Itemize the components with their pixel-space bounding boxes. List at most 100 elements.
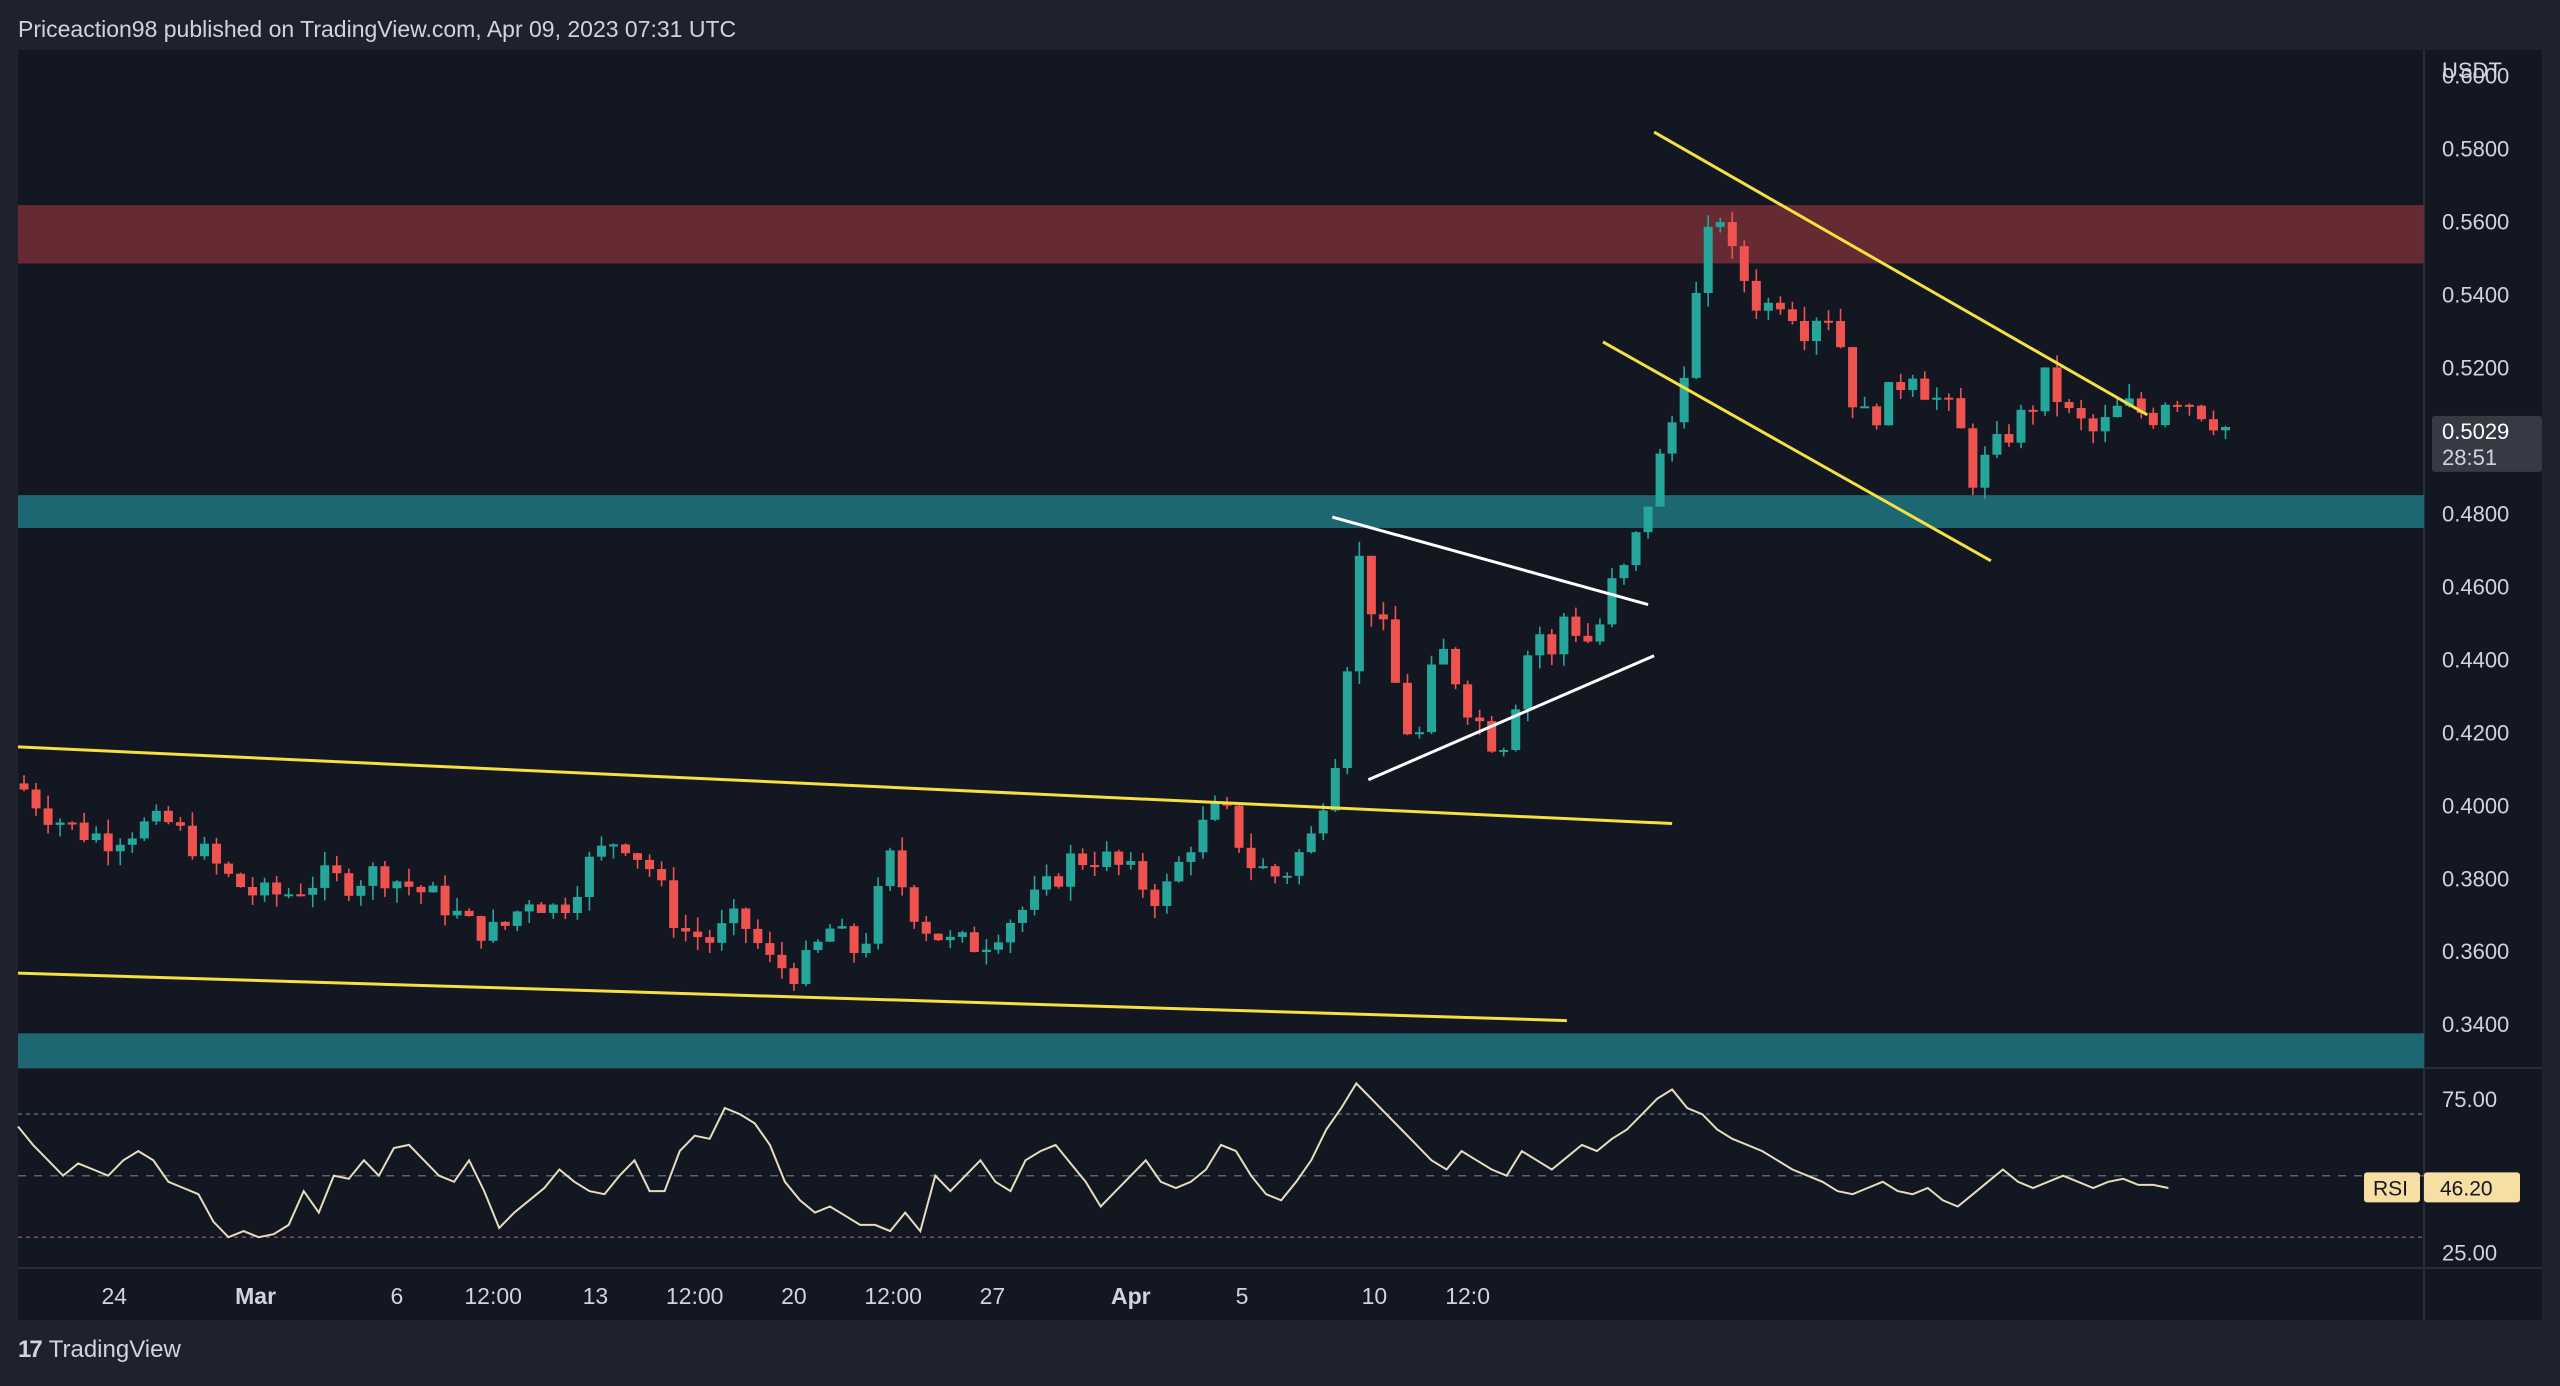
candle-body	[1920, 378, 1930, 400]
candle-body	[621, 844, 631, 854]
candle-body	[1583, 635, 1593, 642]
candle-body	[777, 954, 787, 969]
candle-body	[1427, 664, 1437, 733]
candle-body	[1246, 847, 1256, 869]
candle-body	[1210, 801, 1220, 820]
candle-body	[2004, 434, 2014, 443]
candle-body	[1330, 767, 1340, 811]
price-pane[interactable]	[18, 50, 2424, 1068]
candle-body	[2160, 404, 2170, 426]
candle-body	[1896, 382, 1906, 391]
candle-body	[1944, 397, 1954, 400]
candle-body	[1775, 302, 1785, 310]
price-tick-label: 0.5800	[2442, 137, 2509, 162]
candle-body	[31, 789, 41, 809]
candle-body	[344, 873, 354, 896]
candle-body	[91, 833, 101, 841]
candle-body	[1150, 889, 1160, 907]
last-price-value: 0.5029	[2442, 419, 2509, 444]
time-axis[interactable]	[18, 1268, 2424, 1320]
time-tick-label: 20	[781, 1283, 807, 1309]
candle-body	[560, 904, 570, 914]
candle-body	[981, 949, 991, 953]
candle-body	[19, 783, 29, 790]
candle-body	[512, 911, 522, 926]
bar-countdown: 28:51	[2442, 445, 2497, 470]
candle-body	[993, 942, 1003, 950]
zone-support-lower	[18, 1033, 2424, 1068]
tradingview-brand[interactable]: 17 TradingView	[18, 1336, 181, 1364]
candle-body	[693, 931, 703, 938]
candle-body	[548, 904, 558, 913]
candle-body	[2100, 417, 2110, 432]
candle-body	[1703, 226, 1713, 293]
candle-body	[1739, 246, 1749, 281]
candle-body	[127, 838, 137, 845]
candle-body	[224, 863, 234, 874]
candle-body	[933, 933, 943, 941]
candle-body	[1234, 805, 1244, 848]
candle-body	[1932, 397, 1942, 400]
candle-body	[1078, 853, 1088, 866]
candle-body	[211, 843, 221, 864]
candle-body	[187, 825, 197, 857]
price-tick-label: 0.3400	[2442, 1012, 2509, 1037]
candle-body	[909, 887, 919, 922]
candle-body	[260, 882, 270, 896]
candle-body	[1872, 406, 1882, 426]
candle-body	[368, 866, 378, 886]
time-tick-label: 12:00	[666, 1283, 724, 1309]
candle-body	[1318, 810, 1328, 834]
price-tick-label: 0.3800	[2442, 866, 2509, 891]
time-tick-label: Apr	[1111, 1283, 1151, 1309]
candle-body	[476, 916, 486, 941]
candle-body	[2040, 367, 2050, 412]
candle-body	[1787, 309, 1797, 322]
candle-body	[1258, 866, 1268, 869]
candle-body	[1162, 881, 1172, 907]
candle-body	[1535, 634, 1545, 656]
rsi-value: 46.20	[2440, 1177, 2493, 1200]
candle-body	[1138, 861, 1148, 890]
candle-body	[669, 880, 679, 929]
time-tick-label: 5	[1236, 1283, 1249, 1309]
candle-body	[681, 928, 691, 932]
candle-body	[416, 886, 426, 893]
candle-body	[236, 873, 246, 888]
price-axis[interactable]	[2424, 50, 2542, 1320]
candle-body	[248, 887, 258, 896]
candle-body	[1499, 750, 1509, 753]
candle-body	[1390, 619, 1400, 683]
candle-body	[272, 882, 282, 895]
candle-body	[1824, 320, 1834, 323]
candle-body	[1980, 454, 1990, 488]
candle-body	[488, 921, 498, 941]
price-tick-label: 0.4800	[2442, 501, 2509, 526]
candle-body	[1607, 578, 1617, 625]
candle-body	[452, 910, 462, 916]
price-tick-label: 0.4400	[2442, 647, 2509, 672]
candle-body	[596, 845, 606, 857]
candle-body	[1799, 321, 1809, 342]
rsi-pane[interactable]	[18, 1068, 2424, 1268]
candle-body	[969, 932, 979, 953]
candle-body	[1018, 909, 1028, 923]
candle-body	[1186, 852, 1196, 862]
candle-body	[43, 808, 53, 825]
candle-body	[705, 937, 715, 943]
candle-body	[1908, 378, 1918, 391]
candle-body	[1571, 616, 1581, 636]
candle-body	[729, 908, 739, 924]
candle-body	[500, 921, 510, 926]
candle-body	[1523, 655, 1533, 710]
time-tick-label: 10	[1362, 1283, 1388, 1309]
candle-body	[608, 844, 618, 847]
candle-body	[163, 810, 173, 823]
price-chart[interactable]: 0.60000.58000.56000.54000.52000.48000.46…	[0, 0, 2560, 1386]
candle-body	[199, 843, 209, 857]
tradingview-logo-icon: 17	[18, 1336, 43, 1363]
candle-body	[139, 821, 149, 839]
candle-body	[572, 896, 582, 914]
candle-body	[753, 928, 763, 944]
brand-name: TradingView	[48, 1336, 181, 1363]
